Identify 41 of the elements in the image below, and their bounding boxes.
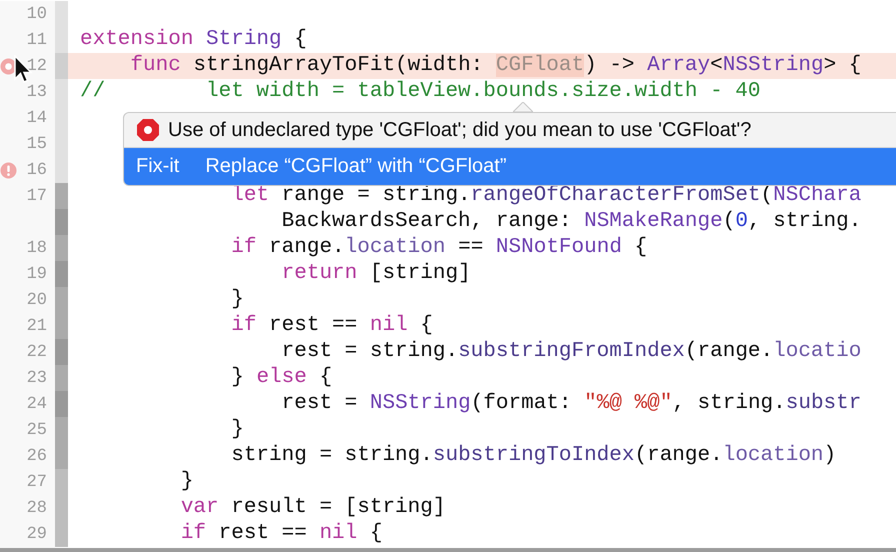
code-line: BackwardsSearch, range: NSMakeRange(0, string.	[280, 209, 862, 235]
error-icon	[136, 118, 160, 142]
line-number: 15	[26, 134, 47, 154]
code-line: if rest == nil {	[180, 521, 382, 547]
line-number: 19	[26, 264, 47, 284]
line-number: 14	[26, 108, 47, 128]
code-line: if rest == nil {	[230, 313, 433, 339]
code-line: if range.location == NSNotFound {	[230, 235, 648, 261]
code-line: return [string]	[280, 261, 471, 287]
warning-icon[interactable]	[0, 162, 17, 179]
line-number: 20	[26, 290, 47, 310]
code-line: }	[180, 469, 194, 495]
code-folding-ribbon[interactable]	[55, 1, 68, 547]
code-line: extension String {	[80, 27, 307, 53]
line-number: 26	[26, 446, 47, 466]
line-number: 10	[26, 4, 47, 24]
line-number: 25	[26, 420, 47, 440]
error-message: Use of undeclared type 'CGFloat'; did you mean to use 'CGFloat'?	[168, 118, 752, 142]
line-number: 27	[26, 472, 47, 492]
line-number: 22	[26, 342, 47, 362]
code-line: }	[230, 417, 244, 443]
line-number: 23	[26, 368, 47, 388]
code-line: } else {	[230, 365, 332, 391]
fixit-item[interactable]: Fix-it Replace “CGFloat” with “CGFloat”	[124, 148, 896, 185]
line-number: 17	[26, 186, 47, 206]
line-number: 11	[26, 30, 47, 50]
code-line: rest = string.substringFromIndex(range.locatio	[280, 339, 862, 365]
code-line: }	[230, 287, 244, 313]
code-line: var result = [string]	[180, 495, 446, 521]
line-number: 12	[26, 56, 47, 76]
line-number: 18	[26, 238, 47, 258]
line-number: 21	[26, 316, 47, 336]
line-number: 28	[26, 498, 47, 518]
code-line: // let width = tableView.bounds.size.width - 40	[80, 79, 761, 105]
code-line: string = string.substringToIndex(range.location)	[230, 443, 836, 469]
code-line: rest = NSString(format: "%@ %@", string.substr	[280, 391, 862, 417]
code-line: func stringArrayToFit(width: CGFloat) -> Array<NSString> {	[129, 53, 862, 79]
line-number: 29	[26, 524, 47, 544]
line-number: 16	[26, 160, 47, 180]
line-number: 24	[26, 394, 47, 414]
line-number: 13	[26, 82, 47, 102]
